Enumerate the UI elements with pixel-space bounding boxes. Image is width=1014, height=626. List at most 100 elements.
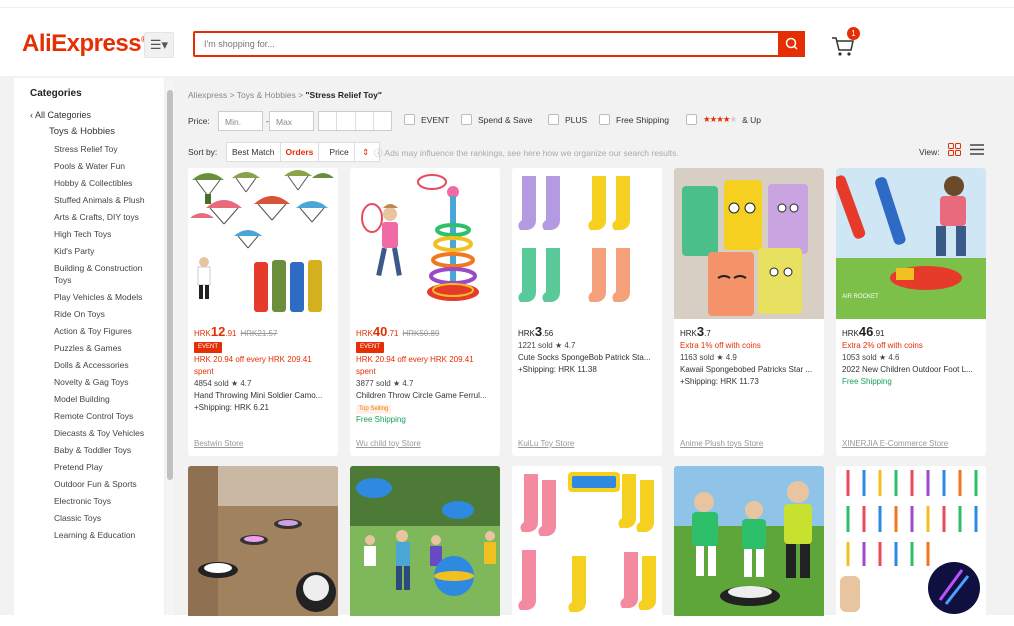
subcategory-item[interactable]: Hobby & Collectibles [54,177,154,189]
free-shipping-filter[interactable]: Free Shipping [599,114,669,125]
store-link[interactable]: KuiLu Toy Store [518,439,574,448]
sidebar-scrollbar[interactable] [166,80,174,615]
sort-label: Sort by: [188,147,218,157]
product-price: HRK3.56 [518,324,554,339]
subcategory-item[interactable]: Outdoor Fun & Sports [54,478,154,490]
product-card[interactable]: AIR ROCKET HRK46.91 Extra 2% off with co… [836,168,986,456]
sort-options: Best Match Orders Price ⇕ [226,142,381,162]
product-image-text: AIR ROCKET [842,294,879,300]
search-button[interactable] [778,31,805,57]
rating-filter[interactable]: ★★★★★ & Up [686,114,761,125]
product-card[interactable]: HRK40.71 HRK50.89 EVENT HRK 20.94 off eve… [350,168,500,456]
subcategory-item[interactable]: Action & Toy Figures [54,325,154,337]
product-image-ring-toss[interactable] [350,168,500,319]
grid-view-icon[interactable] [948,143,961,156]
event-badge: EVENT [356,342,385,353]
product-image-hover-ball-floor[interactable] [188,466,338,616]
product-card[interactable]: HRK12.91 HRK21.57 EVENT HRK 20.94 off eve… [188,168,338,456]
subcategory-item[interactable]: Puzzles & Games [54,342,154,354]
category-menu-button[interactable]: ☰▾ [144,32,174,58]
subcategory-item[interactable]: Electronic Toys [54,495,154,507]
price-min-input[interactable]: Min. [218,111,263,131]
product-price: HRK40.71 HRK50.89 [356,324,440,339]
all-categories-link[interactable]: ‹ All Categories [30,110,164,120]
shipping-text: Free Shipping [842,377,892,386]
subcategory-item[interactable]: Stress Relief Toy [54,143,154,155]
scrollbar-thumb[interactable] [167,90,173,480]
product-card[interactable]: HRK3.7 Extra 1% off with coins 1163 sold… [674,168,824,456]
breadcrumb-category[interactable]: Toys & Hobbies [237,90,296,100]
sort-best-match[interactable]: Best Match [227,143,281,161]
shipping-text: +Shipping: HRK 6.21 [194,403,269,412]
star-rating-icon: ★★★★★ [703,114,737,124]
breadcrumb-root[interactable]: Aliexpress [188,90,227,100]
product-image-spongebob-socks[interactable] [512,466,662,616]
product-title[interactable]: Kawaii Spongebobed Patricks Star ... [680,364,818,376]
subcategory-item[interactable]: Pretend Play [54,461,154,473]
product-card[interactable] [674,466,824,626]
product-image-parachute-soldiers[interactable] [188,168,338,319]
subcategory-item[interactable]: Arts & Crafts, DIY toys [54,211,154,223]
subcategory-item[interactable]: Novelty & Gag Toys [54,376,154,388]
spend-save-filter[interactable]: Spend & Save [461,114,532,125]
product-title[interactable]: Cute Socks SpongeBob Patrick Sta... [518,352,656,364]
product-card[interactable] [188,466,338,626]
categories-heading: Categories [30,88,82,99]
subcategory-item[interactable]: Remote Control Toys [54,410,154,422]
product-image-hover-soccer-kids[interactable] [674,466,824,616]
store-link[interactable]: Bestwin Store [194,439,243,448]
event-filter[interactable]: EVENT [404,114,449,125]
star-icon: ★ [392,379,401,388]
top-selling-badge: Top Selling [356,405,392,414]
subcategory-item[interactable]: Play Vehicles & Models [54,291,154,303]
product-card[interactable] [512,466,662,626]
product-price: HRK46.91 [842,324,885,339]
product-image-flying-disc-ball[interactable] [350,466,500,616]
category-sidebar: Categories ‹ All Categories Toys & Hobbi… [14,78,164,615]
aliexpress-logo[interactable]: AliExpress® [22,30,147,58]
subcategory-item[interactable]: Dolls & Accessories [54,359,154,371]
store-link[interactable]: Wu child toy Store [356,439,421,448]
store-link[interactable]: XINERJIA E-Commerce Store [842,439,948,448]
breadcrumb: Aliexpress > Toys & Hobbies > "Stress Re… [188,90,382,100]
checkbox-icon [599,114,610,125]
subcategory-item[interactable]: High Tech Toys [54,228,154,240]
sold-rating: 1163 sold ★ 4.9 [680,353,737,362]
subcategory-item[interactable]: Classic Toys [54,512,154,524]
price-max-input[interactable]: Max [269,111,314,131]
product-title[interactable]: 2022 New Children Outdoor Foot L... [842,364,980,376]
subcategory-item[interactable]: Learning & Education [54,529,154,541]
subcategory-item[interactable]: Kid's Party [54,245,154,257]
product-card[interactable] [836,466,986,626]
product-image-plush-socks[interactable] [674,168,824,319]
subcategory-list: Stress Relief Toy Pools & Water Fun Hobb… [30,143,164,541]
subcategory-item[interactable]: Building & Construction Toys [54,262,154,286]
current-category[interactable]: Toys & Hobbies [49,126,164,137]
sort-bar: Sort by: Best Match Orders Price ⇕ ⓘ Ads… [188,142,988,162]
shipping-text: Free Shipping [356,415,406,424]
sort-price[interactable]: Price ⇕ [319,143,379,161]
subcategory-item[interactable]: Model Building [54,393,154,405]
search-input[interactable] [195,33,775,55]
product-title[interactable]: Children Throw Circle Game Ferrul... [356,390,494,402]
plus-filter[interactable]: PLUS [548,114,587,125]
sort-orders[interactable]: Orders [281,143,320,161]
product-image-led-rocket-slingshot[interactable] [836,466,986,616]
subcategory-item[interactable]: Diecasts & Toy Vehicles [54,427,154,439]
product-title[interactable]: Hand Throwing Mini Soldier Camo... [194,390,332,402]
subcategory-item[interactable]: Ride On Toys [54,308,154,320]
price-range-selector[interactable] [318,111,392,131]
subcategory-item[interactable]: Pools & Water Fun [54,160,154,172]
search-box [193,31,805,57]
subcategory-item[interactable]: Baby & Toddler Toys [54,444,154,456]
checkbox-icon [404,114,415,125]
product-card[interactable] [350,466,500,626]
product-card[interactable]: HRK3.56 1221 sold ★ 4.7 Cute Socks Spong… [512,168,662,456]
sold-rating: 1053 sold ★ 4.6 [842,353,900,362]
list-view-icon[interactable] [970,143,984,156]
product-image-socks[interactable] [512,168,662,319]
store-link[interactable]: Anime Plush toys Store [680,439,763,448]
subcategory-item[interactable]: Stuffed Animals & Plush [54,194,154,206]
sold-rating: 1221 sold ★ 4.7 [518,341,576,350]
product-image-air-rocket[interactable]: AIR ROCKET [836,168,986,319]
